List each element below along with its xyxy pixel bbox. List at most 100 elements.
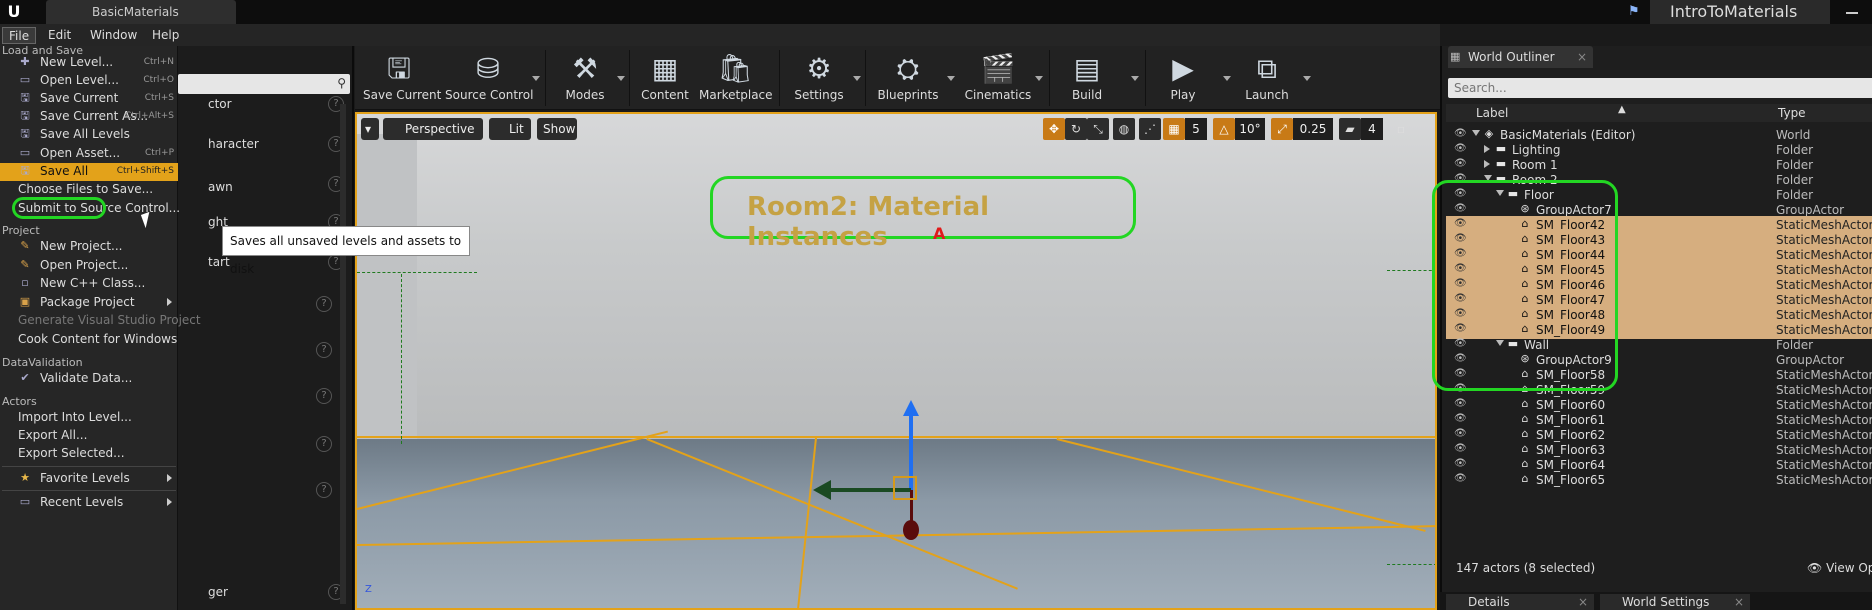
tab-world-outliner[interactable]: World Outliner × [1448,46,1593,68]
build-button[interactable]: ▤ Build [1059,48,1115,108]
menu-item-save-current-as[interactable]: 🖫 Save Current As... Ctrl+Alt+S [0,108,178,126]
blueprints-dropdown[interactable] [947,76,955,81]
menu-item-import-into-level[interactable]: Import Into Level... [0,409,178,427]
viewport-options-dropdown[interactable]: ▾ [361,118,379,140]
help-icon[interactable]: ? [316,296,332,312]
visibility-eye-icon[interactable]: 👁 [1454,128,1468,140]
level-doc-tab[interactable]: BasicMaterials [46,0,236,24]
visibility-eye-icon[interactable]: 👁 [1454,143,1468,155]
build-dropdown[interactable] [1131,76,1139,81]
help-icon[interactable]: ? [316,436,332,452]
play-dropdown[interactable] [1223,76,1231,81]
grid-snap-value[interactable]: 5 [1185,118,1207,140]
menu-item-new-level[interactable]: ✚ New Level... Ctrl+N [0,54,178,72]
visibility-eye-icon[interactable]: 👁 [1454,428,1468,440]
launch-dropdown[interactable] [1303,76,1311,81]
menu-item-save-all[interactable]: 🖫 Save All Ctrl+Shift+S [0,163,178,181]
camera-speed-value[interactable]: 4 [1361,118,1383,140]
minimize-button[interactable] [1832,0,1872,24]
translate-tool-icon[interactable]: ✥ [1043,118,1065,140]
lit-button[interactable]: Lit [489,118,531,140]
menu-window[interactable]: Window [84,27,143,44]
column-label[interactable]: Label [1476,106,1508,120]
menu-item-save-all-levels[interactable]: 🖫 Save All Levels [0,126,178,144]
menu-file[interactable]: File [2,27,37,44]
collapse-arrow-icon[interactable] [1484,145,1490,153]
modes-search-input[interactable]: ⚲ [178,74,350,94]
outliner-row[interactable]: 👁 ⌂ SM_Floor65 StaticMeshActor [1446,471,1872,489]
blueprints-button[interactable]: ⛭ Blueprints [873,48,943,108]
modes-item[interactable]: ctor? [178,96,348,114]
source-control-dropdown[interactable] [532,76,540,81]
perspective-button[interactable]: Perspective [383,118,483,140]
scale-snap-value[interactable]: 0.25 [1293,118,1333,140]
menu-item-favorite-levels[interactable]: ★ Favorite Levels [0,470,178,488]
menu-item-save-current[interactable]: 🖫 Save Current Ctrl+S [0,90,178,108]
content-button[interactable]: ▦ Content [635,48,695,108]
grid-snap-icon[interactable]: ▦ [1163,118,1185,140]
rotation-snap-value[interactable]: 10° [1235,118,1265,140]
world-space-icon[interactable]: ◍ [1113,118,1135,140]
settings-dropdown[interactable] [853,76,861,81]
close-icon[interactable]: × [1734,594,1744,610]
help-icon[interactable]: ? [316,388,332,404]
menu-item-open-level[interactable]: ▭ Open Level... Ctrl+O [0,72,178,90]
collapse-arrow-icon[interactable] [1484,160,1490,168]
expand-arrow-icon[interactable] [1472,130,1480,136]
cinematics-dropdown[interactable] [1035,76,1043,81]
show-button[interactable]: Show [537,118,577,140]
menu-item-new-cpp-class[interactable]: ▫ New C++ Class... [0,275,178,293]
tab-world-settings[interactable]: World Settings × [1600,594,1750,610]
menu-item-validate-data[interactable]: ✔ Validate Data... [0,370,178,388]
scale-snap-icon[interactable]: ⤢ [1271,118,1293,140]
source-control-button[interactable]: ⛁ Source Control [445,48,533,108]
menu-item-cook-content[interactable]: Cook Content for Windows [0,331,178,349]
modes-item[interactable]: ger? [178,584,348,602]
modes-dropdown[interactable] [617,76,625,81]
tab-details[interactable]: Details × [1446,594,1594,610]
gizmo-center[interactable] [893,476,917,500]
actor-marker-icon[interactable]: A [933,224,945,243]
marketplace-button[interactable]: 🛍 Marketplace [699,48,773,108]
launch-button[interactable]: ⧉ Launch [1239,48,1295,108]
close-icon[interactable]: × [1578,594,1588,610]
menu-item-export-selected[interactable]: Export Selected... [0,445,178,463]
menu-item-open-project[interactable]: ✎ Open Project... [0,257,178,275]
visibility-eye-icon[interactable]: 👁 [1454,458,1468,470]
help-icon[interactable]: ? [316,482,332,498]
visibility-eye-icon[interactable]: 👁 [1454,398,1468,410]
menu-item-open-asset[interactable]: ▭ Open Asset... Ctrl+P [0,145,178,163]
column-type[interactable]: Type [1778,106,1806,120]
visibility-eye-icon[interactable]: 👁 [1454,473,1468,485]
play-button[interactable]: ▶ Play [1155,48,1211,108]
modes-scrollbar[interactable] [340,104,346,604]
room-label-text[interactable]: Room2: Material Instances [747,192,1107,252]
menu-edit[interactable]: Edit [42,27,77,44]
view-options-button[interactable]: 👁 View Opt [1807,561,1872,575]
scale-tool-icon[interactable]: ⤡ [1087,118,1109,140]
visibility-eye-icon[interactable]: 👁 [1454,158,1468,170]
menu-item-package-project[interactable]: ▣ Package Project [0,294,178,312]
modes-item[interactable]: tart? [178,254,348,272]
modes-item[interactable]: awn? [178,176,348,194]
menu-item-recent-levels[interactable]: ▭ Recent Levels [0,494,178,512]
rotation-snap-icon[interactable]: △ [1213,118,1235,140]
modes-button[interactable]: ⚒ Modes [555,48,615,108]
menu-help[interactable]: Help [146,27,185,44]
menu-item-export-all[interactable]: Export All... [0,427,178,445]
save-current-button[interactable]: 🖫 Save Current [363,48,441,108]
modes-item[interactable]: haracter? [178,136,348,154]
rotate-tool-icon[interactable]: ↻ [1065,118,1087,140]
visibility-eye-icon[interactable]: 👁 [1454,413,1468,425]
settings-button[interactable]: ⚙ Settings [791,48,847,108]
maximize-viewport-icon[interactable]: ▫ [1393,118,1409,140]
menu-item-new-project[interactable]: ✎ New Project... [0,238,178,256]
visibility-eye-icon[interactable]: 👁 [1454,443,1468,455]
outliner-search-input[interactable] [1448,78,1872,98]
gizmo-x-handle[interactable] [903,520,919,540]
cinematics-button[interactable]: 🎬 Cinematics [963,48,1033,108]
close-icon[interactable]: × [1577,46,1587,68]
camera-speed-icon[interactable]: ▰ [1339,118,1361,140]
surface-snap-icon[interactable]: ⋰ [1139,118,1161,140]
help-icon[interactable]: ? [316,342,332,358]
